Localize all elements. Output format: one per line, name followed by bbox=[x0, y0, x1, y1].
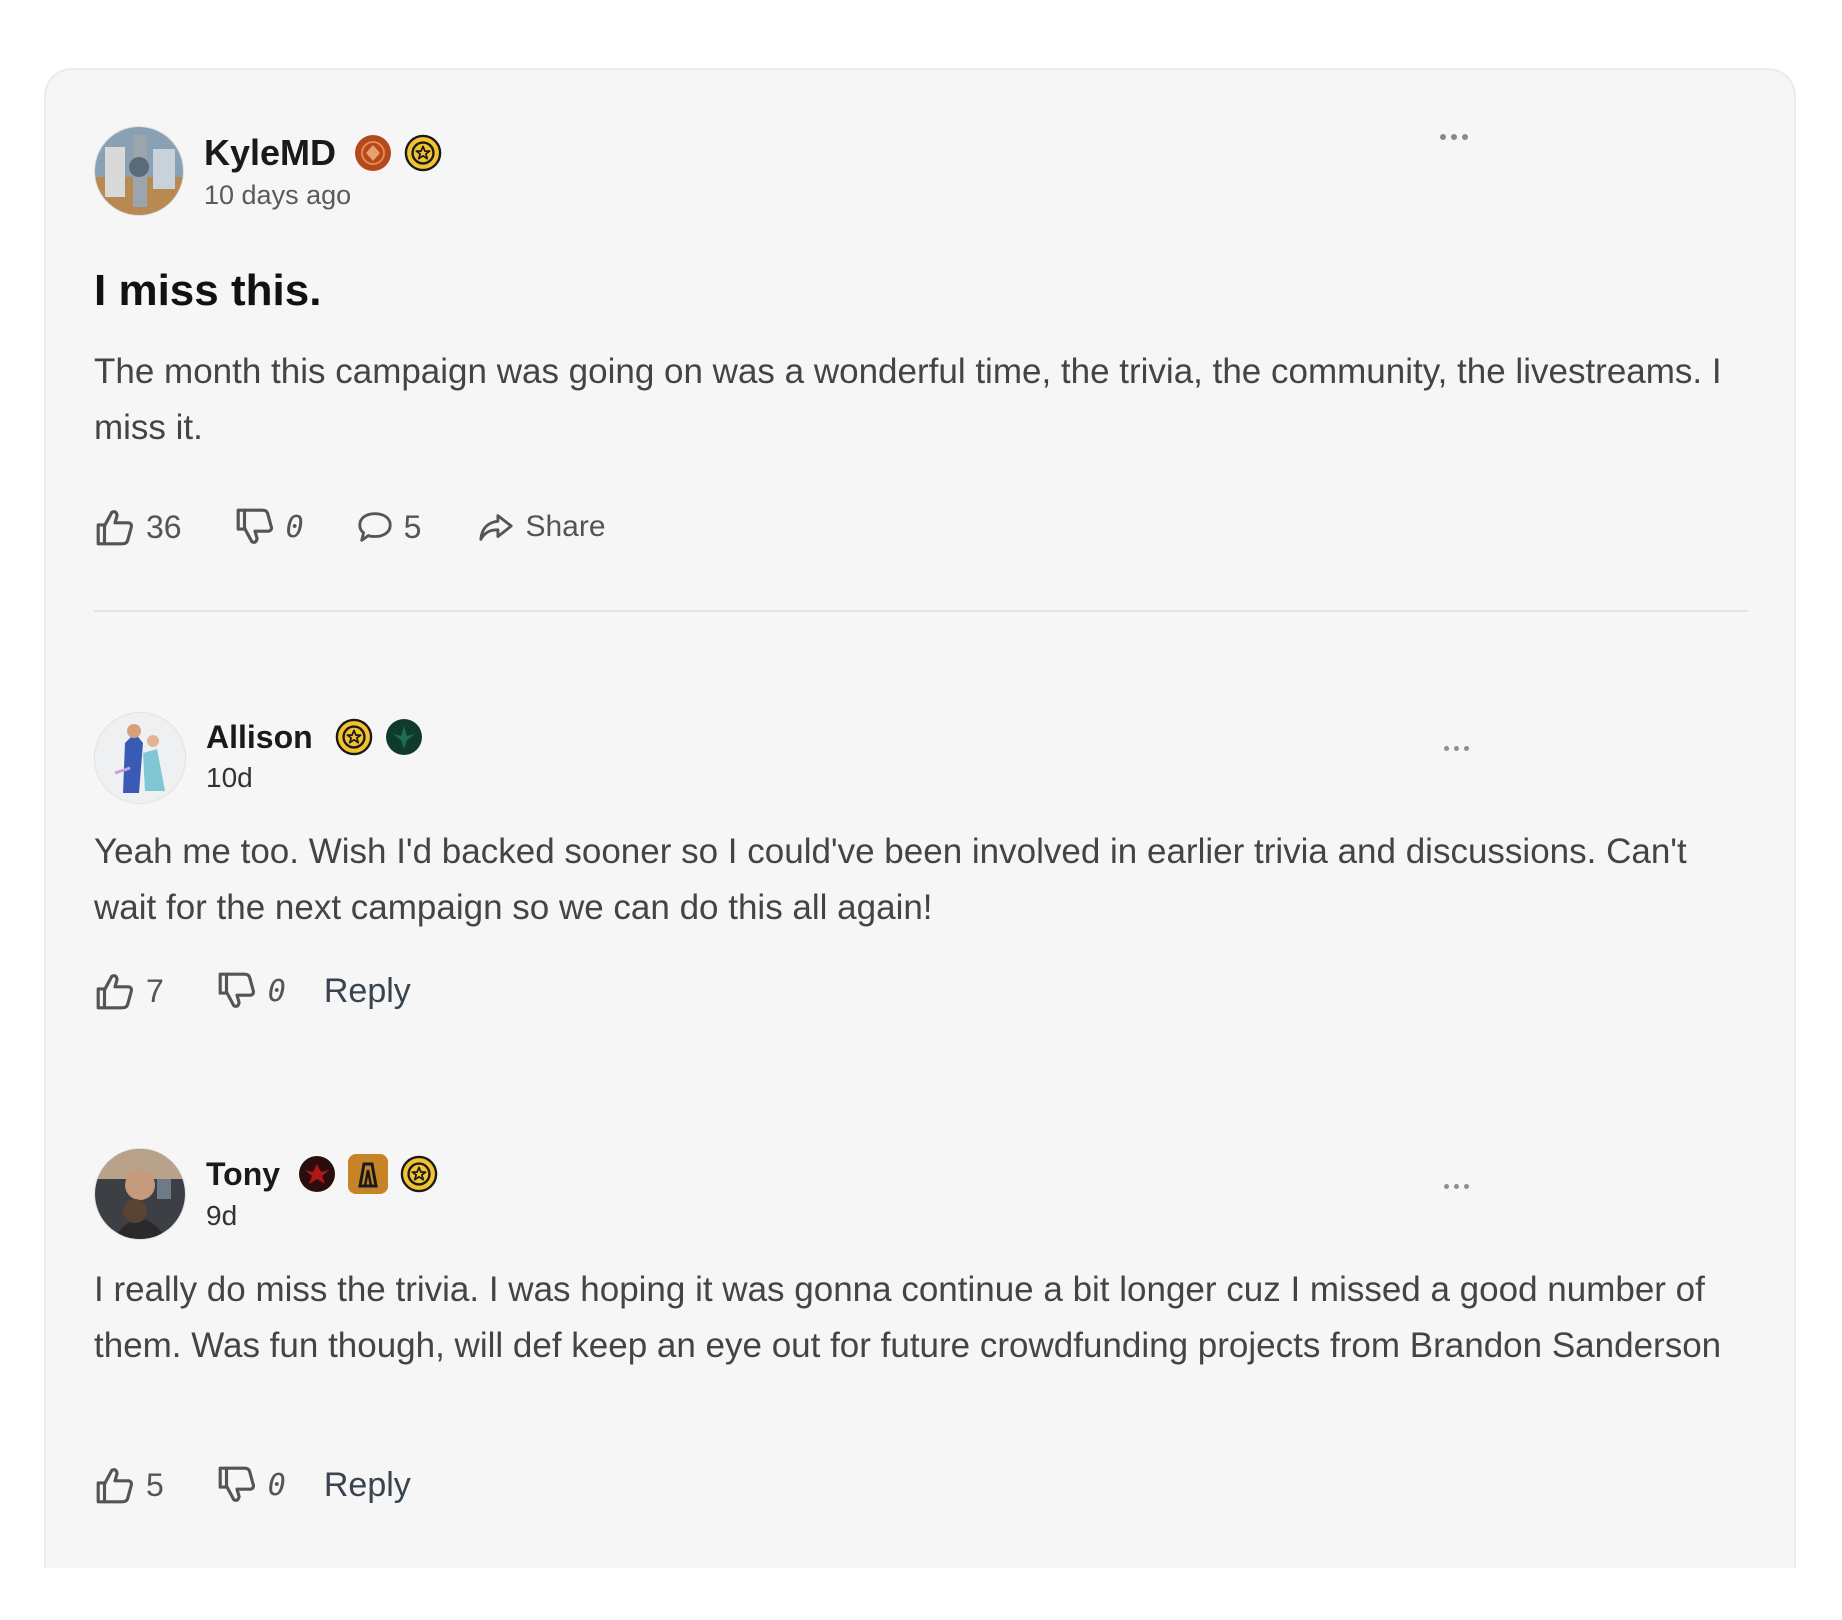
dot-icon bbox=[1444, 1184, 1449, 1189]
red-emblem-badge-icon bbox=[298, 1155, 336, 1193]
reply-header: Tony 9d bbox=[94, 1148, 438, 1240]
reply-actions: 7 0 Reply bbox=[94, 970, 411, 1012]
author-name[interactable]: KyleMD bbox=[204, 132, 336, 174]
like-count: 36 bbox=[146, 508, 182, 545]
comment-icon bbox=[356, 508, 394, 546]
post-title: I miss this. bbox=[94, 266, 322, 315]
avatar[interactable] bbox=[94, 1148, 186, 1240]
like-count: 7 bbox=[146, 972, 164, 1009]
more-options-button[interactable] bbox=[1444, 1184, 1469, 1189]
dislike-count: 0 bbox=[285, 509, 304, 545]
divider bbox=[94, 610, 1748, 612]
orange-tower-badge-icon bbox=[348, 1154, 389, 1194]
thumbs-down-icon bbox=[234, 506, 276, 548]
thumbs-up-icon bbox=[94, 506, 136, 548]
post-header: KyleMD 10 days ago bbox=[94, 126, 442, 216]
author-name[interactable]: Allison bbox=[206, 719, 313, 756]
dot-icon bbox=[1464, 746, 1469, 751]
thumbs-up-icon bbox=[94, 970, 136, 1012]
post-body: The month this campaign was going on was… bbox=[94, 352, 1722, 447]
dot-icon bbox=[1444, 746, 1449, 751]
reply-timestamp: 10d bbox=[206, 762, 253, 793]
comment-count: 5 bbox=[403, 508, 422, 545]
dislike-count: 0 bbox=[267, 1467, 286, 1503]
thumbs-down-icon bbox=[216, 1464, 258, 1506]
reply-button[interactable]: Reply bbox=[324, 1466, 411, 1505]
gold-star-badge-icon bbox=[400, 1155, 438, 1193]
post-actions: 36 0 5 Share bbox=[94, 506, 606, 548]
gold-star-badge-icon bbox=[404, 134, 442, 172]
avatar[interactable] bbox=[94, 712, 186, 804]
reply-actions: 5 0 Reply bbox=[94, 1464, 411, 1506]
share-icon bbox=[477, 508, 515, 546]
dark-green-emblem-badge-icon bbox=[385, 718, 423, 756]
avatar[interactable] bbox=[94, 126, 184, 216]
like-count: 5 bbox=[146, 1466, 164, 1503]
like-button[interactable]: 7 bbox=[94, 970, 164, 1012]
thumbs-down-icon bbox=[216, 970, 258, 1012]
reply-timestamp: 9d bbox=[206, 1200, 238, 1231]
dot-icon bbox=[1462, 134, 1468, 140]
more-options-button[interactable] bbox=[1440, 134, 1468, 140]
reply-body: I really do miss the trivia. I was hopin… bbox=[94, 1270, 1722, 1365]
dislike-button[interactable]: 0 bbox=[216, 970, 286, 1012]
author-name[interactable]: Tony bbox=[206, 1156, 280, 1193]
dot-icon bbox=[1451, 134, 1457, 140]
reply-button[interactable]: Reply bbox=[324, 972, 411, 1011]
more-options-button[interactable] bbox=[1444, 746, 1469, 751]
dot-icon bbox=[1464, 1184, 1469, 1189]
thumbs-up-icon bbox=[94, 1464, 136, 1506]
dot-icon bbox=[1440, 134, 1446, 140]
dot-icon bbox=[1454, 1184, 1459, 1189]
like-button[interactable]: 36 bbox=[94, 506, 182, 548]
orange-emblem-badge-icon bbox=[354, 134, 392, 172]
share-label: Share bbox=[525, 510, 606, 543]
comment-thread-card: KyleMD 10 days ago I miss this. The mont… bbox=[44, 68, 1796, 1568]
dislike-button[interactable]: 0 bbox=[234, 506, 304, 548]
share-button[interactable]: Share bbox=[477, 508, 606, 546]
reply-body: Yeah me too. Wish I'd backed sooner so I… bbox=[94, 832, 1687, 927]
dislike-count: 0 bbox=[267, 973, 286, 1009]
comments-button[interactable]: 5 bbox=[356, 508, 422, 546]
like-button[interactable]: 5 bbox=[94, 1464, 164, 1506]
post-timestamp: 10 days ago bbox=[204, 180, 352, 210]
dot-icon bbox=[1454, 746, 1459, 751]
dislike-button[interactable]: 0 bbox=[216, 1464, 286, 1506]
reply-header: Allison 10d bbox=[94, 712, 423, 804]
gold-star-badge-icon bbox=[335, 718, 373, 756]
